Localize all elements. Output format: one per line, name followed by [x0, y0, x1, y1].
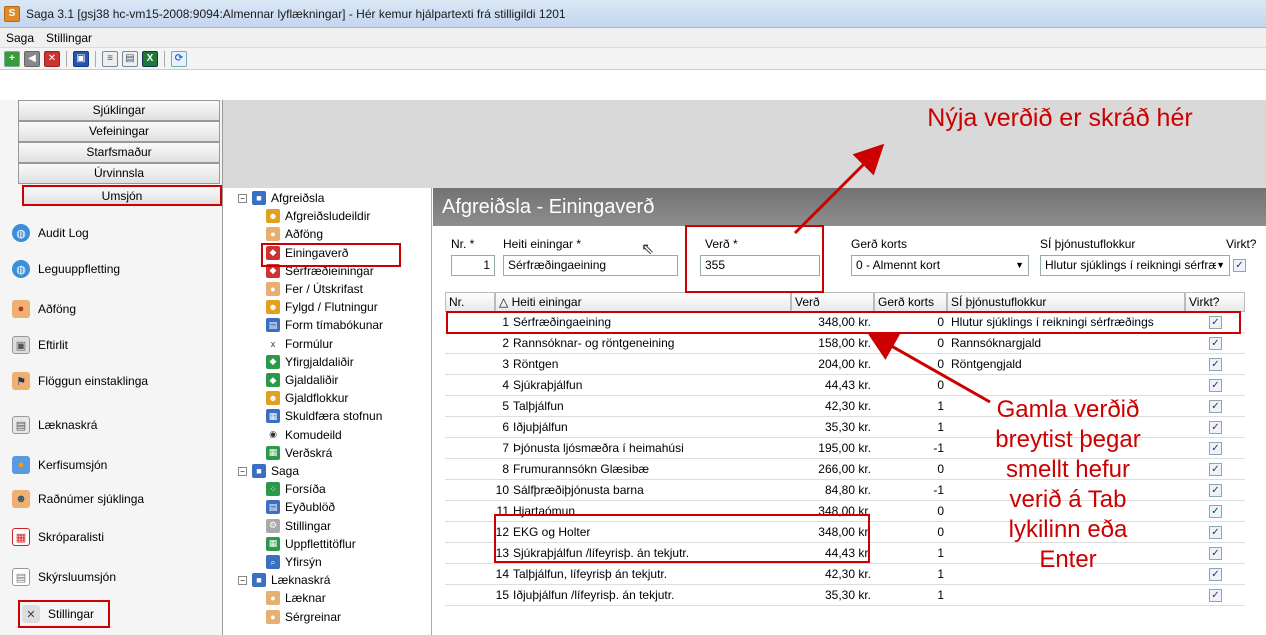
annotation-line: Enter	[1039, 546, 1097, 573]
annotation-line: breytist þegar	[995, 426, 1141, 453]
arrow-to-new-price	[793, 143, 885, 235]
annotation-line: smellt hefur	[1005, 456, 1131, 483]
annotation-new-price: Nýja verðið er skráð hér	[927, 104, 1193, 132]
annotation-line: verið á Tab	[1009, 486, 1127, 513]
annotation-old-price: Gamla verðið breytist þegar smellt hefur ve…	[968, 395, 1168, 575]
arrow-to-old-price	[866, 332, 991, 404]
annotation-line: Gamla verðið	[996, 396, 1140, 423]
annotation-line: lykilinn eða	[1008, 516, 1128, 543]
